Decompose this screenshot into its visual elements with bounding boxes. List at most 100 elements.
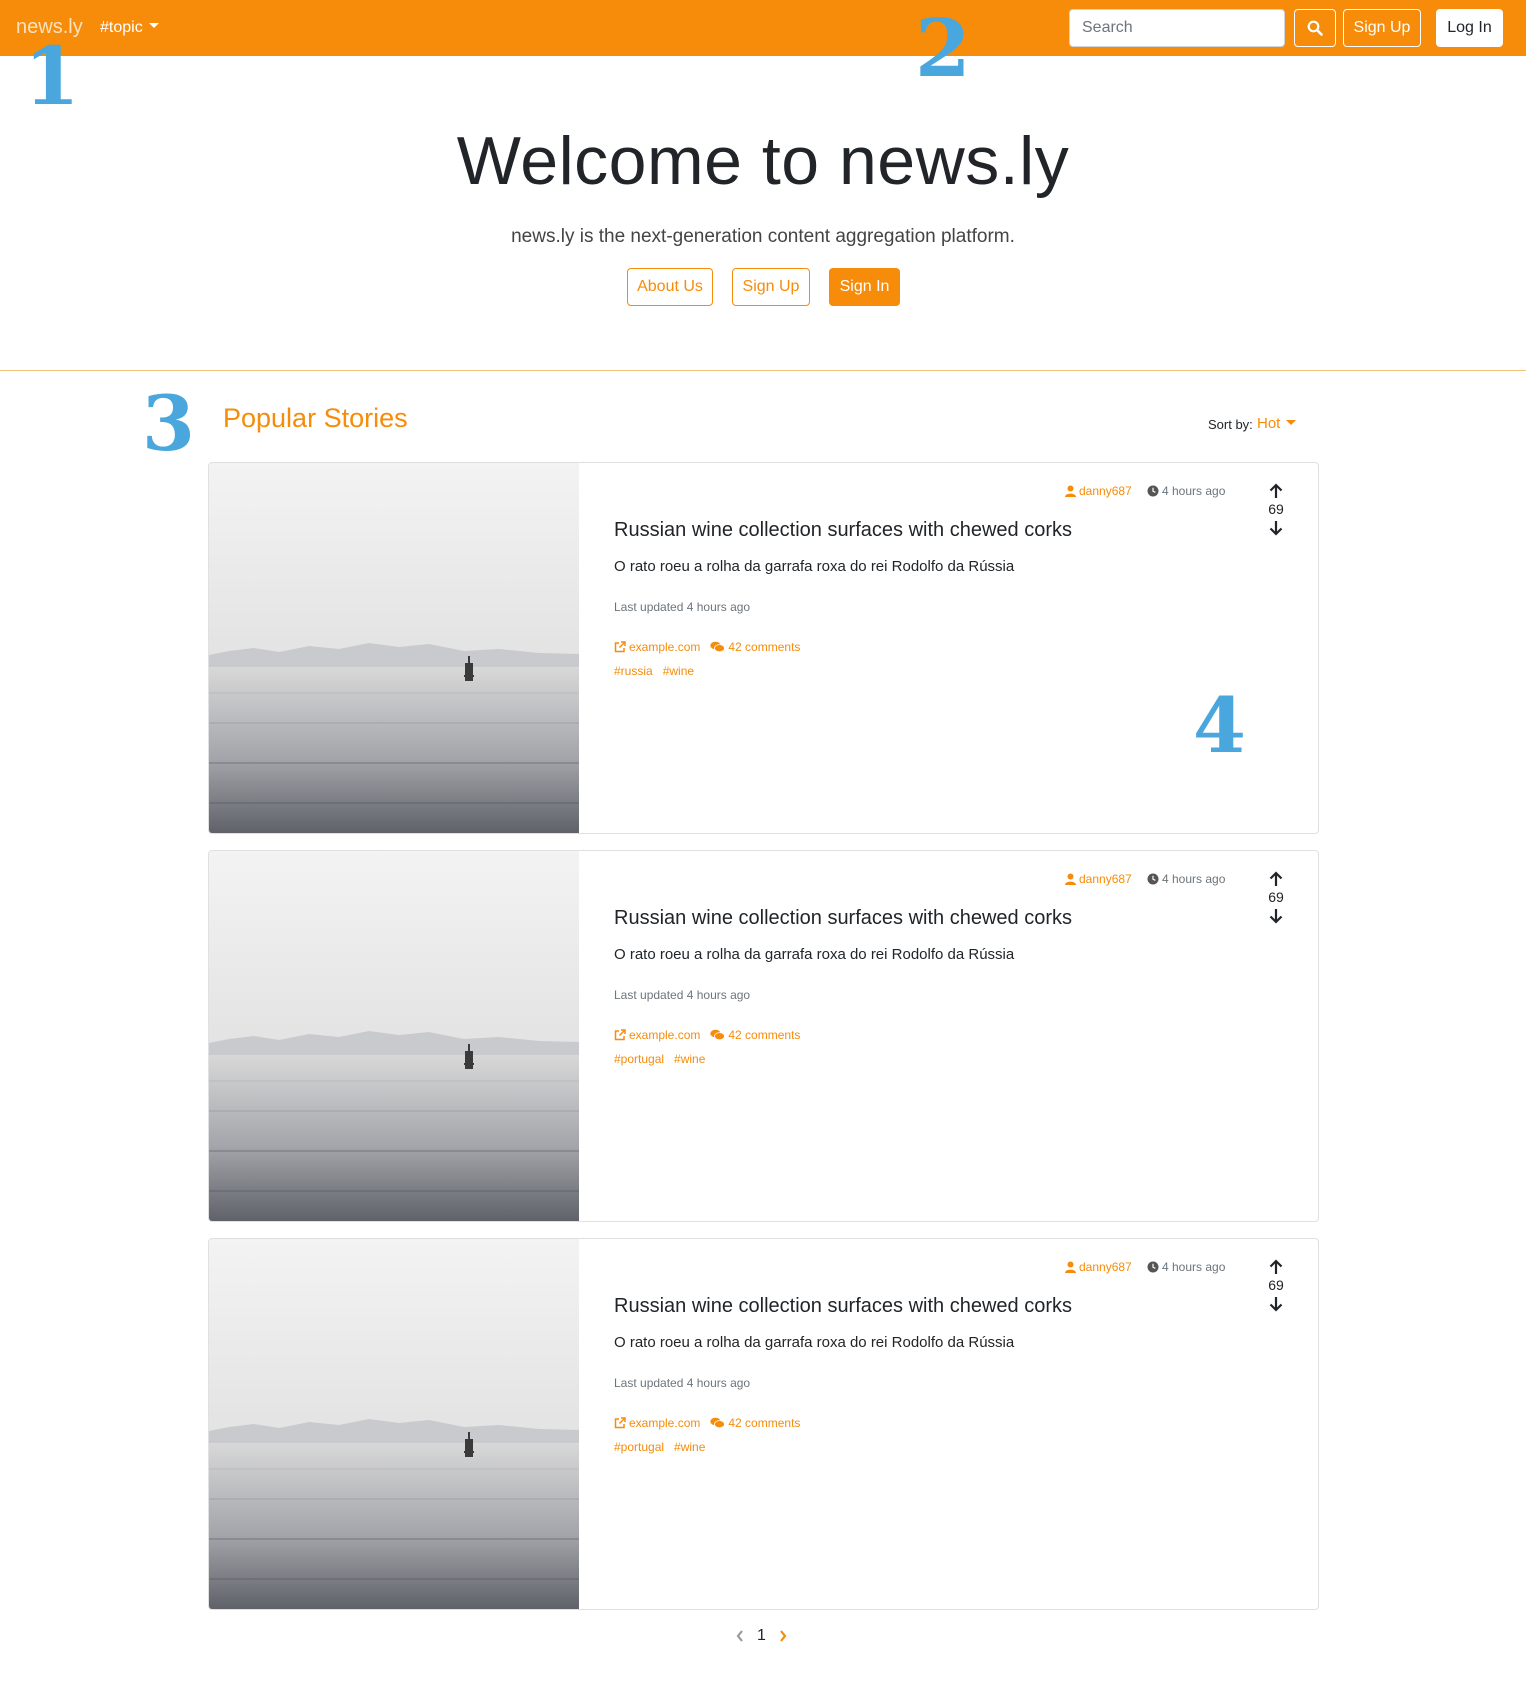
story-comments-link[interactable]: 42 comments	[710, 640, 800, 654]
story-description: O rato roeu a rolha da garrafa roxa do r…	[614, 1334, 1015, 1351]
story-card: danny687 4 hours ago 69 Russian wine col…	[208, 462, 1319, 834]
story-source-link[interactable]: example.com	[614, 1028, 700, 1042]
user-icon	[1065, 1261, 1076, 1273]
annotation-marker-4: 4	[1193, 681, 1246, 770]
caret-down-icon	[1286, 419, 1297, 425]
sort-label: Sort by:	[1208, 417, 1253, 432]
story-time-text: 4 hours ago	[1162, 872, 1226, 886]
story-author[interactable]: danny687	[1065, 484, 1132, 498]
nav-login-button[interactable]: Log In	[1436, 9, 1503, 47]
search-input[interactable]	[1069, 9, 1285, 47]
nav-signup-button[interactable]: Sign Up	[1343, 9, 1421, 47]
story-thumbnail[interactable]	[209, 851, 579, 1221]
search-button[interactable]	[1294, 9, 1336, 47]
annotation-marker-3: 3	[142, 379, 195, 468]
story-comments-link[interactable]: 42 comments	[710, 1028, 800, 1042]
story-tag[interactable]: #wine	[674, 1440, 705, 1454]
story-author[interactable]: danny687	[1065, 1260, 1132, 1274]
sort-dropdown-value: Hot	[1257, 415, 1281, 432]
story-time-text: 4 hours ago	[1162, 1260, 1226, 1274]
story-links: example.com 42 comments	[614, 640, 800, 654]
story-tags: #portugal #wine	[614, 1052, 705, 1066]
story-links: example.com 42 comments	[614, 1416, 800, 1430]
chevron-left-icon[interactable]	[735, 1629, 745, 1643]
story-author[interactable]: danny687	[1065, 872, 1132, 886]
story-tags: #russia #wine	[614, 664, 694, 678]
story-title[interactable]: Russian wine collection surfaces with ch…	[614, 519, 1072, 542]
story-updated: Last updated 4 hours ago	[614, 600, 751, 614]
story-tags: #portugal #wine	[614, 1440, 705, 1454]
story-tag[interactable]: #wine	[674, 1052, 705, 1066]
hero-signup-button[interactable]: Sign Up	[732, 268, 810, 306]
search-icon	[1307, 20, 1323, 36]
story-description: O rato roeu a rolha da garrafa roxa do r…	[614, 946, 1015, 963]
story-thumbnail[interactable]	[209, 463, 579, 833]
story-tag[interactable]: #russia	[614, 664, 653, 678]
arrow-down-icon[interactable]	[1269, 908, 1283, 924]
story-source-text: example.com	[629, 1028, 701, 1042]
comments-icon	[710, 1029, 726, 1041]
story-source-link[interactable]: example.com	[614, 640, 700, 654]
vote-count: 69	[1268, 1277, 1284, 1293]
story-author-name: danny687	[1079, 1260, 1132, 1274]
arrow-down-icon[interactable]	[1269, 520, 1283, 536]
story-source-text: example.com	[629, 640, 701, 654]
story-source-link[interactable]: example.com	[614, 1416, 700, 1430]
story-comments-text: 42 comments	[728, 1416, 801, 1430]
story-tag[interactable]: #wine	[663, 664, 694, 678]
arrow-up-icon[interactable]	[1269, 483, 1283, 499]
about-us-button[interactable]: About Us	[627, 268, 713, 306]
story-comments-text: 42 comments	[728, 1028, 801, 1042]
story-updated: Last updated 4 hours ago	[614, 988, 751, 1002]
story-time: 4 hours ago	[1147, 484, 1225, 498]
hero-divider	[0, 370, 1526, 371]
story-card: danny687 4 hours ago 69 Russian wine col…	[208, 850, 1319, 1222]
comments-icon	[710, 1417, 726, 1429]
vote-count: 69	[1268, 501, 1284, 517]
user-icon	[1065, 485, 1076, 497]
arrow-up-icon[interactable]	[1269, 1259, 1283, 1275]
vote-widget: 69	[1257, 1259, 1295, 1312]
story-card: danny687 4 hours ago 69 Russian wine col…	[208, 1238, 1319, 1610]
user-icon	[1065, 873, 1076, 885]
story-title[interactable]: Russian wine collection surfaces with ch…	[614, 1295, 1072, 1318]
vote-widget: 69	[1257, 483, 1295, 536]
external-link-icon	[614, 1029, 626, 1041]
clock-icon	[1147, 485, 1159, 497]
annotation-marker-1: 1	[24, 29, 80, 123]
comments-icon	[710, 641, 726, 653]
page-number[interactable]: 1	[757, 1627, 766, 1645]
story-title[interactable]: Russian wine collection surfaces with ch…	[614, 907, 1072, 930]
story-time: 4 hours ago	[1147, 872, 1225, 886]
navbar: news.ly #topic Sign Up Log In	[0, 0, 1526, 56]
story-source-text: example.com	[629, 1416, 701, 1430]
arrow-down-icon[interactable]	[1269, 1296, 1283, 1312]
section-title: Popular Stories	[223, 403, 408, 433]
story-links: example.com 42 comments	[614, 1028, 800, 1042]
story-thumbnail[interactable]	[209, 1239, 579, 1609]
story-author-name: danny687	[1079, 872, 1132, 886]
annotation-marker-2: 2	[915, 1, 971, 95]
vote-count: 69	[1268, 889, 1284, 905]
story-time: 4 hours ago	[1147, 1260, 1225, 1274]
chevron-right-icon[interactable]	[778, 1629, 788, 1643]
hero-title: Welcome to news.ly	[456, 123, 1070, 199]
story-description: O rato roeu a rolha da garrafa roxa do r…	[614, 558, 1015, 575]
story-author-name: danny687	[1079, 484, 1132, 498]
hero-lead: news.ly is the next-generation content a…	[511, 226, 1015, 247]
external-link-icon	[614, 1417, 626, 1429]
vote-widget: 69	[1257, 871, 1295, 924]
clock-icon	[1147, 1261, 1159, 1273]
story-tag[interactable]: #portugal	[614, 1440, 664, 1454]
arrow-up-icon[interactable]	[1269, 871, 1283, 887]
hero-signin-button[interactable]: Sign In	[829, 268, 900, 306]
topic-dropdown[interactable]: #topic	[100, 19, 159, 37]
story-tag[interactable]: #portugal	[614, 1052, 664, 1066]
caret-down-icon	[148, 23, 159, 29]
topic-dropdown-label: #topic	[100, 19, 143, 36]
story-comments-link[interactable]: 42 comments	[710, 1416, 800, 1430]
sort-dropdown[interactable]: Hot	[1257, 415, 1297, 432]
story-updated: Last updated 4 hours ago	[614, 1376, 751, 1390]
story-time-text: 4 hours ago	[1162, 484, 1226, 498]
external-link-icon	[614, 641, 626, 653]
